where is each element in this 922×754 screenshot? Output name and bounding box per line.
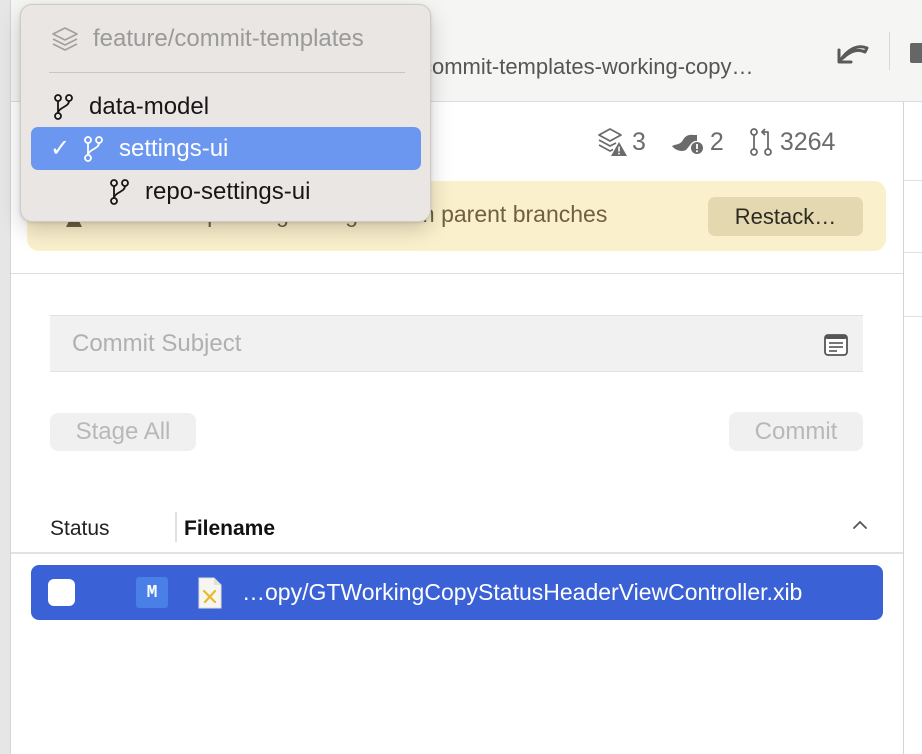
- stack-icon: [52, 27, 78, 51]
- menu-item-label: data-model: [89, 92, 210, 120]
- stacks-count: 3: [632, 127, 646, 156]
- sidebar-edge: [0, 0, 11, 754]
- commit-button[interactable]: Commit: [729, 412, 863, 451]
- column-separator[interactable]: [175, 512, 177, 542]
- template-icon: [824, 334, 848, 356]
- column-header-status[interactable]: Status: [50, 517, 110, 541]
- pull-requests-count: 3264: [779, 127, 836, 156]
- menu-item-repo-settings-ui[interactable]: repo-settings-ui: [31, 170, 421, 213]
- menu-header: feature/commit-templates: [51, 25, 364, 53]
- commit-subject-input[interactable]: [50, 316, 820, 371]
- file-name: …opy/GTWorkingCopyStatusHeaderViewContro…: [242, 579, 803, 605]
- stacks-stat[interactable]: 3: [596, 126, 646, 158]
- cloud-warning-icon: [671, 134, 703, 154]
- restack-button[interactable]: Restack…: [708, 197, 863, 236]
- stage-checkbox[interactable]: [48, 579, 75, 606]
- pull-request-icon: [749, 128, 772, 156]
- branch-icon: [110, 178, 129, 205]
- undo-button[interactable]: [833, 34, 873, 70]
- menu-item-label: settings-ui: [119, 134, 229, 162]
- status-badge: M: [136, 577, 168, 608]
- branch-icon: [54, 93, 73, 120]
- folder-icon[interactable]: [910, 43, 922, 63]
- toolbar-separator: [889, 32, 890, 70]
- xib-file-icon: [198, 577, 222, 609]
- stack-name: feature/commit-templates: [93, 25, 364, 52]
- menu-item-data-model[interactable]: data-model: [31, 85, 421, 128]
- stack-warning-icon: [598, 128, 627, 156]
- branch-stack-menu: feature/commit-templates data-model ✓ se…: [20, 4, 431, 222]
- table-row[interactable]: M …opy/GTWorkingCopyStatusHeaderViewCont…: [31, 565, 883, 620]
- pull-requests-stat[interactable]: 3264: [748, 127, 836, 157]
- chevron-up-icon[interactable]: [851, 518, 869, 532]
- working-copy-title: commit-templates-working-copy…: [421, 54, 754, 79]
- branch-stats: 3 2 3264: [596, 126, 835, 158]
- panel-divider: [904, 316, 922, 317]
- section-divider: [11, 273, 903, 274]
- menu-item-label: repo-settings-ui: [145, 177, 311, 205]
- working-copy-window: commit-templates-working-copy… 3 2 3264 …: [0, 0, 922, 754]
- panel-divider: [904, 252, 922, 253]
- undo-arrow-icon: [837, 45, 869, 64]
- behind-count: 2: [709, 127, 724, 156]
- menu-separator: [49, 72, 405, 73]
- branch-icon: [84, 135, 103, 162]
- stage-all-button[interactable]: Stage All: [50, 413, 196, 451]
- panel-divider: [904, 180, 922, 181]
- column-header-filename[interactable]: Filename: [184, 517, 275, 541]
- menu-item-settings-ui[interactable]: ✓ settings-ui: [31, 127, 421, 170]
- commit-template-button[interactable]: [823, 332, 849, 358]
- behind-stat[interactable]: 2: [670, 128, 724, 157]
- commit-subject-field: [50, 315, 863, 372]
- file-table-header: Status Filename: [11, 508, 903, 554]
- checkmark-icon: ✓: [49, 135, 71, 162]
- inspector-panel-edge: [903, 102, 922, 754]
